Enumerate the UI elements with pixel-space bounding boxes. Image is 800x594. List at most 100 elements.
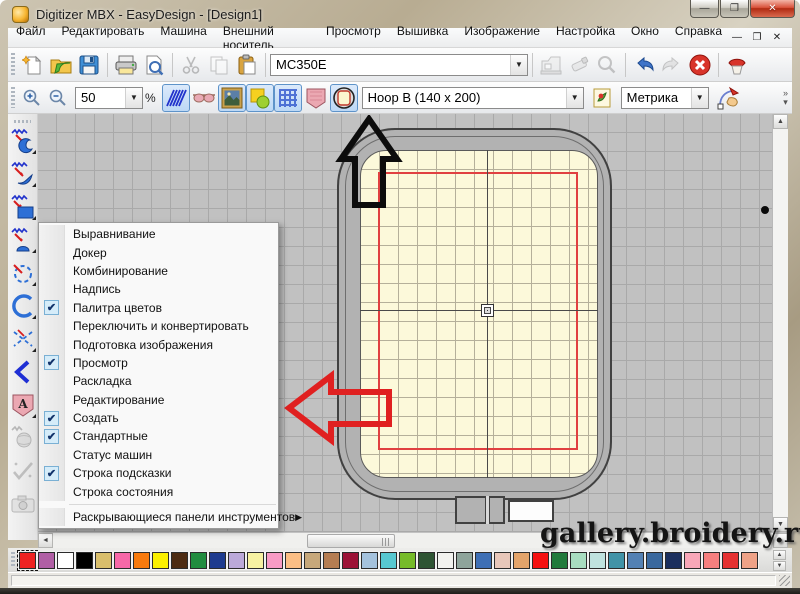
scroll-up-button[interactable]: ▲ [773, 114, 788, 129]
shade-view-toggle[interactable] [190, 84, 218, 112]
tool-outline-run-button[interactable] [9, 259, 37, 287]
context-menu-item[interactable]: ✔Строка подсказки [39, 464, 278, 482]
mdi-restore-button[interactable]: ❐ [750, 32, 764, 43]
context-menu-item[interactable]: Раскладка [39, 372, 278, 390]
fabric-view-toggle[interactable] [302, 84, 330, 112]
maximize-button[interactable]: ❐ [720, 0, 749, 18]
toolbar-grip[interactable] [11, 53, 15, 76]
mdi-close-button[interactable]: ✕ [770, 32, 784, 43]
close-design-button[interactable] [686, 51, 714, 79]
color-swatch[interactable] [19, 552, 36, 569]
color-swatch[interactable] [323, 552, 340, 569]
machine-select[interactable]: MC350E ▼ [270, 54, 528, 76]
color-swatch[interactable] [722, 552, 739, 569]
context-menu-item[interactable]: ✔Стандартные [39, 427, 278, 445]
color-swatch[interactable] [456, 552, 473, 569]
color-swatch[interactable] [266, 552, 283, 569]
color-swatch[interactable] [209, 552, 226, 569]
objects-view-toggle[interactable] [246, 84, 274, 112]
tool-circle-button[interactable] [9, 292, 37, 320]
context-menu-item[interactable]: Подготовка изображения [39, 335, 278, 353]
context-menu-item[interactable]: Докер [39, 243, 278, 261]
color-swatch[interactable] [570, 552, 587, 569]
stitch-view-toggle[interactable] [162, 84, 190, 112]
palette-scroll-down-button[interactable]: ▼ [773, 561, 786, 571]
chevron-down-icon[interactable]: ▼ [566, 88, 583, 108]
picture-view-toggle[interactable] [218, 84, 246, 112]
open-design-button[interactable] [47, 51, 75, 79]
context-menu-item[interactable]: Выравнивание [39, 225, 278, 243]
context-menu-item[interactable]: Надпись [39, 280, 278, 298]
hoop-view-toggle[interactable] [330, 84, 358, 112]
color-swatch[interactable] [437, 552, 454, 569]
color-swatch[interactable] [418, 552, 435, 569]
color-swatch[interactable] [399, 552, 416, 569]
color-swatch[interactable] [684, 552, 701, 569]
context-menu-item[interactable]: ✔Создать [39, 409, 278, 427]
context-menu-item[interactable]: Переключить и конвертировать [39, 317, 278, 335]
save-design-button[interactable] [75, 51, 103, 79]
color-swatch[interactable] [646, 552, 663, 569]
close-button[interactable]: ✕ [750, 0, 795, 18]
toolbar-overflow-button[interactable]: »▾ [783, 89, 788, 107]
print-preview-button[interactable] [140, 51, 168, 79]
color-swatch[interactable] [703, 552, 720, 569]
color-swatch[interactable] [171, 552, 188, 569]
tool-lettering-button[interactable]: A [9, 391, 37, 419]
color-swatch[interactable] [361, 552, 378, 569]
chevron-down-icon[interactable]: ▼ [510, 55, 527, 75]
color-swatch[interactable] [551, 552, 568, 569]
tool-stitch-angle-button[interactable] [9, 325, 37, 353]
color-swatch[interactable] [76, 552, 93, 569]
resize-grip[interactable] [779, 575, 790, 586]
minimize-button[interactable]: — [690, 0, 719, 18]
chevron-down-icon[interactable]: ▼ [125, 88, 142, 108]
color-swatch[interactable] [247, 552, 264, 569]
toolbar-grip[interactable] [14, 120, 31, 123]
reshape-button[interactable] [715, 84, 743, 112]
toolbar-grip[interactable] [11, 87, 15, 109]
tool-closed-object-button[interactable] [9, 127, 37, 155]
paste-button[interactable] [233, 51, 261, 79]
units-select[interactable]: Метрика ▼ [621, 87, 709, 109]
stitch-tool-button[interactable] [723, 51, 751, 79]
color-swatch[interactable] [152, 552, 169, 569]
color-swatch[interactable] [304, 552, 321, 569]
context-menu-item[interactable]: Строка состояния [39, 482, 278, 500]
color-swatch[interactable] [380, 552, 397, 569]
mdi-minimize-button[interactable]: — [730, 32, 744, 43]
color-swatch[interactable] [228, 552, 245, 569]
chevron-down-icon[interactable]: ▼ [691, 88, 708, 108]
color-swatch[interactable] [285, 552, 302, 569]
context-menu-item[interactable]: Комбинирование [39, 262, 278, 280]
color-swatch[interactable] [57, 552, 74, 569]
context-menu-item[interactable]: Статус машин [39, 446, 278, 464]
color-swatch[interactable] [532, 552, 549, 569]
tool-rectangle-button[interactable] [9, 193, 37, 221]
color-swatch[interactable] [38, 552, 55, 569]
zoom-out-button[interactable] [45, 86, 71, 110]
context-menu-item[interactable]: Редактирование [39, 391, 278, 409]
vertical-scrollbar[interactable]: ▲ ▼ [772, 114, 788, 532]
color-swatch[interactable] [665, 552, 682, 569]
tool-fill-area-button[interactable] [9, 226, 37, 254]
color-swatch[interactable] [608, 552, 625, 569]
tool-open-object-button[interactable] [9, 160, 37, 188]
new-design-button[interactable] [19, 51, 47, 79]
color-swatch[interactable] [627, 552, 644, 569]
color-swatch[interactable] [741, 552, 758, 569]
tool-reshape-button[interactable] [9, 358, 37, 386]
print-button[interactable] [112, 51, 140, 79]
grid-view-toggle[interactable] [274, 84, 302, 112]
color-swatch[interactable] [589, 552, 606, 569]
color-swatch[interactable] [133, 552, 150, 569]
color-swatch[interactable] [114, 552, 131, 569]
color-swatch[interactable] [342, 552, 359, 569]
scroll-left-button[interactable]: ◄ [38, 533, 53, 548]
toolbar-grip[interactable] [11, 552, 15, 568]
undo-button[interactable] [630, 51, 658, 79]
hoop-layout-button[interactable] [589, 86, 615, 110]
color-swatch[interactable] [513, 552, 530, 569]
zoom-in-button[interactable] [19, 86, 45, 110]
color-swatch[interactable] [95, 552, 112, 569]
